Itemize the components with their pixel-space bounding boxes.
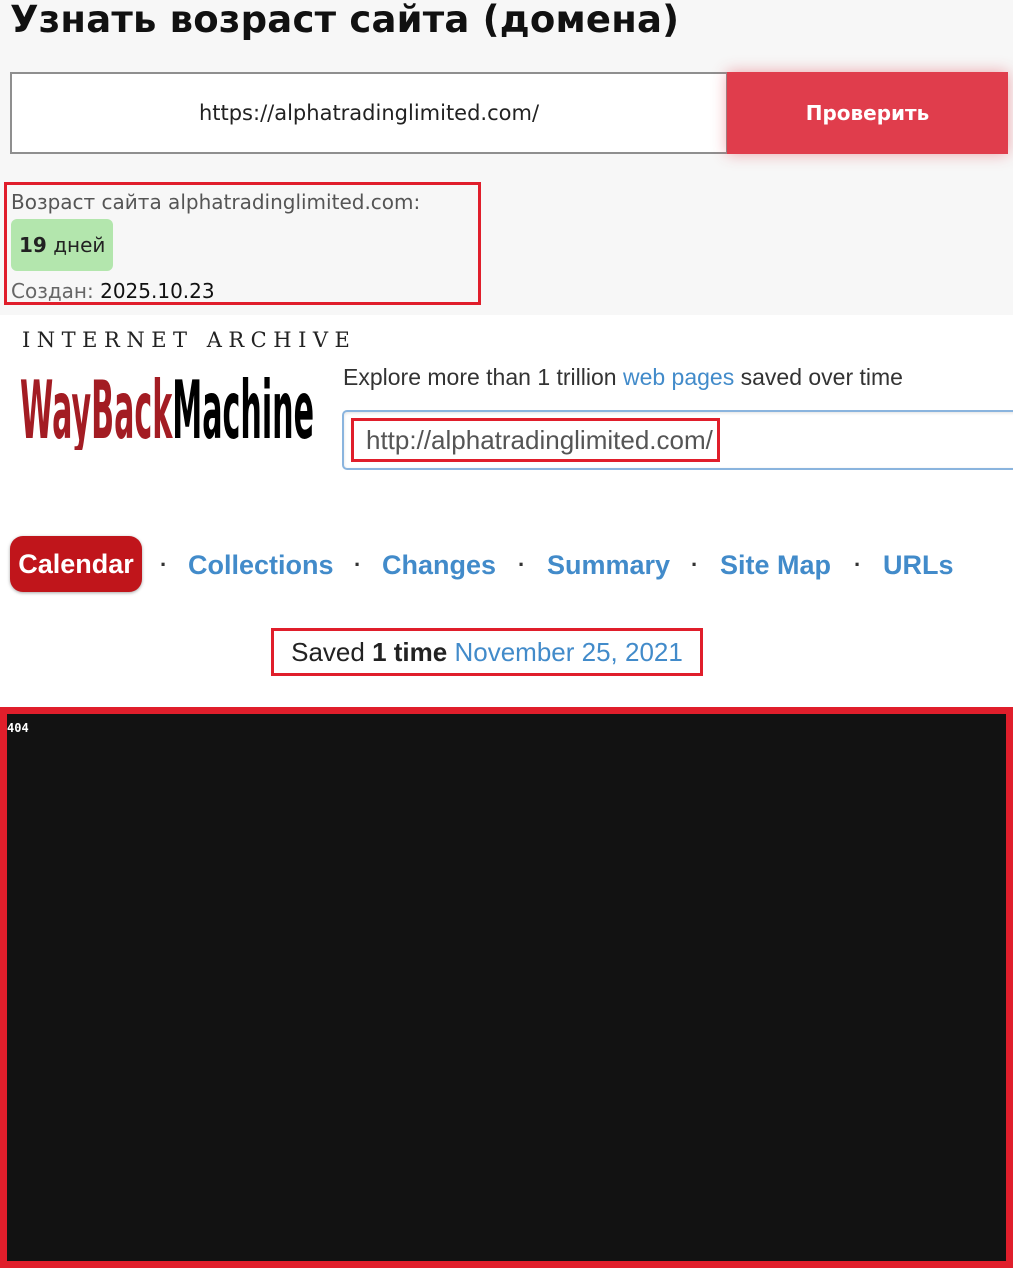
tab-separator: · (518, 552, 526, 577)
created-label: Создан: (11, 279, 94, 303)
explore-suffix: saved over time (740, 364, 903, 390)
tab-separator: · (854, 552, 862, 577)
age-unit: дней (53, 233, 106, 257)
check-button[interactable]: Проверить (727, 72, 1008, 154)
age-result-highlight: Возраст сайта alphatradinglimited.com: 1… (4, 182, 481, 305)
tab-collections[interactable]: Collections (188, 536, 334, 594)
age-value: 19 (19, 233, 47, 257)
wayback-machine-logo[interactable]: WayBackMachine (20, 360, 316, 450)
tab-separator: · (160, 552, 168, 577)
age-label: Возраст сайта alphatradinglimited.com: (11, 190, 421, 214)
tab-calendar[interactable]: Calendar (10, 536, 142, 592)
web-pages-link[interactable]: web pages (623, 364, 734, 390)
snapshot-preview[interactable]: 404 (0, 707, 1013, 1268)
internet-archive-label: INTERNET ARCHIVE (22, 328, 357, 352)
domain-age-section: Узнать возраст сайта (домена) Проверить … (0, 0, 1013, 315)
domain-check-form: Проверить (10, 72, 1008, 154)
explore-prefix: Explore more than 1 trillion (343, 364, 617, 390)
age-badge: 19 дней (11, 219, 114, 271)
saved-prefix: Saved (291, 637, 365, 667)
wayback-url-highlight: http://alphatradinglimited.com/ (351, 418, 720, 462)
tab-separator: · (354, 552, 362, 577)
snapshot-404-text: 404 (7, 721, 29, 735)
created-date-row: Создан: 2025.10.23 (11, 279, 215, 303)
tab-summary[interactable]: Summary (547, 536, 670, 594)
wayback-search-input[interactable]: http://alphatradinglimited.com/ (342, 410, 1013, 470)
tab-separator: · (691, 552, 699, 577)
saved-summary-highlight: Saved 1 time November 25, 2021 (271, 628, 703, 676)
created-value: 2025.10.23 (100, 279, 215, 303)
saved-count: 1 time (372, 637, 448, 667)
tab-changes[interactable]: Changes (382, 536, 496, 594)
wayback-logo-text: WayBackMachine (20, 364, 314, 450)
tab-site-map[interactable]: Site Map (720, 536, 831, 594)
explore-text: Explore more than 1 trillion web pages s… (343, 364, 903, 391)
saved-date-link[interactable]: November 25, 2021 (454, 637, 682, 667)
tab-urls[interactable]: URLs (883, 536, 954, 594)
domain-url-input[interactable] (10, 72, 728, 154)
wayback-tabs: Calendar · Collections · Changes · Summa… (10, 536, 1010, 592)
page-title: Узнать возраст сайта (домена) (10, 0, 680, 41)
